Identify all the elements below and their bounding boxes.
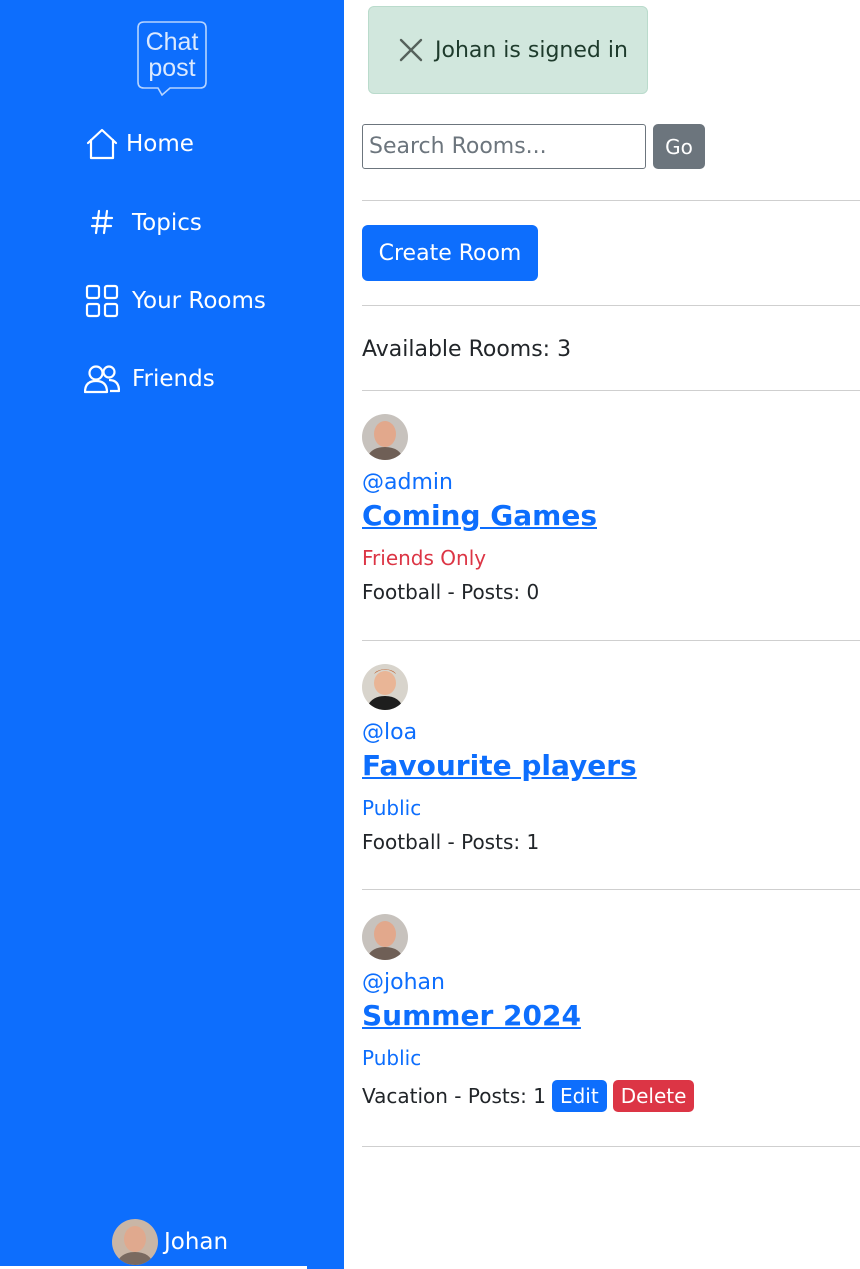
room-host-link[interactable]: @johan — [362, 970, 860, 995]
chatpost-logo[interactable]: Chat post — [136, 20, 208, 97]
room-card: @johan Summer 2024 Public Vacation - Pos… — [362, 914, 860, 1112]
room-privacy: Public — [362, 1046, 422, 1070]
logo-text-top: Chat — [146, 28, 199, 56]
room-title-link[interactable]: Coming Games — [362, 499, 860, 532]
search-form: Go — [362, 124, 705, 169]
sidebar-item-label: Friends — [132, 366, 215, 392]
edit-room-button[interactable]: Edit — [551, 1080, 607, 1112]
room-host-link[interactable]: @admin — [362, 470, 860, 495]
sidebar-item-label: Your Rooms — [132, 288, 266, 314]
sidebar: Chat post Home Topics Your Rooms Friends… — [0, 0, 344, 1269]
alert-message: Johan is signed in — [435, 37, 628, 63]
room-meta: Football - Posts: 0 — [362, 580, 540, 604]
sidebar-item-label: Home — [126, 131, 194, 157]
delete-room-button[interactable]: Delete — [612, 1080, 695, 1112]
room-host-link[interactable]: @loa — [362, 720, 860, 745]
divider — [362, 1146, 860, 1147]
divider — [362, 390, 860, 391]
sidebar-item-topics[interactable]: Topics — [84, 205, 202, 241]
create-room-button[interactable]: Create Room — [362, 225, 538, 281]
divider — [362, 889, 860, 890]
room-meta: Vacation - Posts: 1 — [362, 1084, 546, 1108]
available-rooms-count: Available Rooms: 3 — [362, 337, 572, 362]
host-avatar[interactable] — [362, 414, 408, 460]
divider — [362, 305, 860, 306]
search-input[interactable] — [362, 124, 646, 169]
avatar — [112, 1219, 158, 1265]
sidebar-item-friends[interactable]: Friends — [84, 361, 215, 397]
main-content: Johan is signed in Go Create Room Availa… — [344, 0, 860, 1269]
signed-in-alert: Johan is signed in — [368, 6, 648, 94]
room-privacy: Public — [362, 796, 422, 820]
house-icon — [84, 126, 120, 162]
hash-icon — [84, 205, 120, 241]
room-card: @admin Coming Games Friends Only Footbal… — [362, 414, 860, 604]
room-privacy: Friends Only — [362, 546, 487, 570]
host-avatar[interactable] — [362, 664, 408, 710]
sidebar-item-label: Topics — [132, 210, 202, 236]
sidebar-item-home[interactable]: Home — [84, 126, 194, 162]
grid-icon — [84, 283, 120, 319]
host-avatar[interactable] — [362, 914, 408, 960]
people-icon — [84, 361, 120, 397]
divider — [362, 200, 860, 201]
sidebar-item-your-rooms[interactable]: Your Rooms — [84, 283, 266, 319]
room-meta: Football - Posts: 1 — [362, 830, 540, 854]
close-icon[interactable] — [395, 34, 427, 66]
logo-text-bottom: post — [148, 54, 195, 82]
sidebar-user-name: Johan — [164, 1229, 229, 1255]
search-go-button[interactable]: Go — [653, 124, 705, 169]
room-title-link[interactable]: Summer 2024 — [362, 999, 860, 1032]
divider — [362, 640, 860, 641]
sidebar-user[interactable]: Johan — [112, 1219, 228, 1265]
room-title-link[interactable]: Favourite players — [362, 749, 860, 782]
room-card: @loa Favourite players Public Football -… — [362, 664, 860, 854]
